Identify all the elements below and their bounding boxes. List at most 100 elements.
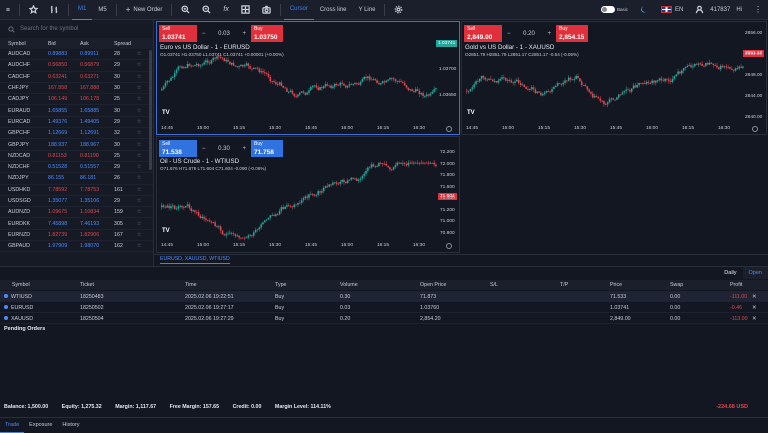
star-icon[interactable]: ☆ [132,74,146,80]
menu-dots-icon[interactable]: ⋮ [748,0,768,20]
wtiusd-buy-button[interactable]: Buy 71.758 [251,140,283,157]
market-watch-row[interactable]: GBPAUD 1.97909 1.98070 162 ☆ [0,241,153,253]
market-watch-row[interactable]: EURDKK 7.45898 7.46193 305 ☆ [0,218,153,230]
lot-value[interactable]: 0.30 [218,146,230,152]
lot-value[interactable]: 0.20 [523,31,535,37]
star-icon[interactable]: ☆ [132,96,146,102]
tab-history[interactable]: History [57,418,84,433]
star-icon[interactable]: ☆ [132,119,146,125]
timeframe-m5[interactable]: M5 [92,0,112,20]
symbol-search[interactable]: Search for the symbol [0,20,153,38]
position-row[interactable]: EURUSD 18250502 2025.02.06 19:27:17 Buy 0.03… [0,302,768,313]
star-icon[interactable]: ☆ [132,198,146,204]
column-header[interactable]: Type [275,282,286,288]
market-watch-row[interactable]: CADCHF 0.63241 0.63271 30 ☆ [0,72,153,83]
chart-type-icon[interactable] [44,0,65,20]
zoom-in-icon[interactable] [175,0,196,20]
star-icon[interactable]: ☆ [132,209,146,215]
position-row[interactable]: XAUUSD 18250504 2025.02.06 19:27:29 Buy 0.20… [0,313,768,324]
header-spread[interactable]: Spread [104,41,132,47]
column-header[interactable]: Profit [730,282,742,288]
chart-xauusd[interactable]: Sell 2,849.00 − 0.20 + Buy 2,854.15 Gold vs … [461,21,767,135]
column-header[interactable]: T/P [560,282,568,288]
cross-line-tool[interactable]: Cross line [314,0,353,20]
star-icon[interactable]: ☆ [132,187,146,193]
menu-icon[interactable] [0,0,16,20]
y-line-tool[interactable]: Y Line [353,0,382,20]
star-icon[interactable]: ☆ [132,232,146,238]
minus-icon[interactable]: − [202,31,206,37]
market-watch-row[interactable]: EURCAD 1.49376 1.49405 29 ☆ [0,117,153,129]
header-ask[interactable]: Ask [72,41,104,47]
timeframe-m1[interactable]: M1 [72,0,93,20]
header-symbol[interactable]: Symbol [0,41,40,47]
layout-icon[interactable] [235,0,256,20]
header-bid[interactable]: Bid [40,41,72,47]
zoom-out-icon[interactable] [196,0,217,20]
star-icon[interactable] [23,0,44,20]
market-watch-row[interactable]: CADJPY 106.149 106.178 25 ☆ [0,94,153,106]
column-header[interactable]: Symbol [12,282,30,288]
plus-icon[interactable]: + [242,31,246,37]
star-icon[interactable]: ☆ [132,62,146,68]
star-icon[interactable]: ☆ [132,153,146,159]
market-watch-row[interactable]: NZDJPY 86.155 86.181 26 ☆ [0,173,153,185]
chart-settings-icon[interactable] [752,126,758,132]
tab-open[interactable]: Open [742,267,768,279]
lot-value[interactable]: 0.03 [218,31,230,37]
market-watch-row[interactable]: EURAUD 1.65855 1.65885 30 ☆ [0,105,153,117]
chart-wtiusd[interactable]: Sell 71.538 − 0.30 + Buy 71.758 Oil - US Cru… [156,136,460,253]
screenshot-icon[interactable] [256,0,277,20]
settings-gear-icon[interactable] [388,0,409,20]
tab-trade[interactable]: Trade [0,418,25,433]
user-icon[interactable] [689,0,710,20]
xauusd-sell-button[interactable]: Sell 2,849.00 [464,25,502,42]
column-header[interactable]: S/L [490,282,498,288]
market-watch-row[interactable]: NZDCHF 0.51528 0.51557 29 ☆ [0,162,153,174]
star-icon[interactable]: ☆ [132,142,146,148]
language-selector[interactable]: EN [655,0,689,20]
tab-daily[interactable]: Daily [718,267,742,279]
column-header[interactable]: Open Price [420,282,447,288]
wtiusd-sell-button[interactable]: Sell 71.538 [159,140,197,157]
star-icon[interactable]: ☆ [132,108,146,114]
moon-icon[interactable] [634,0,655,20]
indicators-icon[interactable]: fx [217,0,234,20]
star-icon[interactable]: ☆ [132,175,146,181]
minus-icon[interactable]: − [507,31,511,37]
market-watch-row[interactable]: CHFJPY 167.858 167.888 30 ☆ [0,83,153,95]
chart-eurusd[interactable]: Sell 1.03741 − 0.03 + Buy 1.03750 Euro vs US… [156,21,460,135]
close-position-icon[interactable]: ✕ [752,316,756,322]
market-watch-row[interactable]: AUDCAD 0.89883 0.89911 28 ☆ [0,49,153,61]
column-header[interactable]: Swap [670,282,683,288]
close-position-icon[interactable]: ✕ [752,305,756,311]
sidebar-scrollbar[interactable] [149,50,152,170]
column-header[interactable]: Ticket [80,282,94,288]
plus-icon[interactable]: + [547,31,551,37]
tab-exposure[interactable]: Exposure [24,418,57,433]
market-watch-row[interactable]: GBPCHF 1.12669 1.12691 32 ☆ [0,128,153,140]
theme-toggle[interactable]: Basic [595,0,634,20]
plus-icon[interactable]: + [242,146,246,152]
wtiusd-lot-stepper[interactable]: − 0.30 + [197,140,251,157]
position-row[interactable]: WTIUSD 18250483 2025.02.06 19:22:51 Buy 0.30… [0,291,768,302]
market-watch-row[interactable]: AUDCHF 0.56850 0.56879 29 ☆ [0,60,153,72]
market-watch-row[interactable]: EURNZD 1.82739 1.82906 167 ☆ [0,230,153,242]
xauusd-buy-button[interactable]: Buy 2,854.15 [556,25,588,42]
market-watch-row[interactable]: AUDNZD 1.09675 1.10834 159 ☆ [0,207,153,219]
eurusd-sell-button[interactable]: Sell 1.03741 [159,25,197,42]
column-header[interactable]: Price [610,282,622,288]
layout-tab-active[interactable]: EURUSD, XAUUSD, WTIUSD [160,256,230,264]
minus-icon[interactable]: − [202,146,206,152]
close-position-icon[interactable]: ✕ [752,294,756,300]
xauusd-lot-stepper[interactable]: − 0.20 + [502,25,556,42]
market-watch-row[interactable]: GBPJPY 188.937 188.967 30 ☆ [0,139,153,151]
star-icon[interactable]: ☆ [132,51,146,57]
star-icon[interactable]: ☆ [132,164,146,170]
new-order-button[interactable]: + New Order [120,0,169,20]
star-icon[interactable]: ☆ [132,243,146,249]
star-icon[interactable]: ☆ [132,85,146,91]
eurusd-lot-stepper[interactable]: − 0.03 + [197,25,251,42]
market-watch-row[interactable]: NZDCAD 0.81153 0.81190 25 ☆ [0,151,153,162]
cursor-tool[interactable]: Cursor [283,0,314,20]
